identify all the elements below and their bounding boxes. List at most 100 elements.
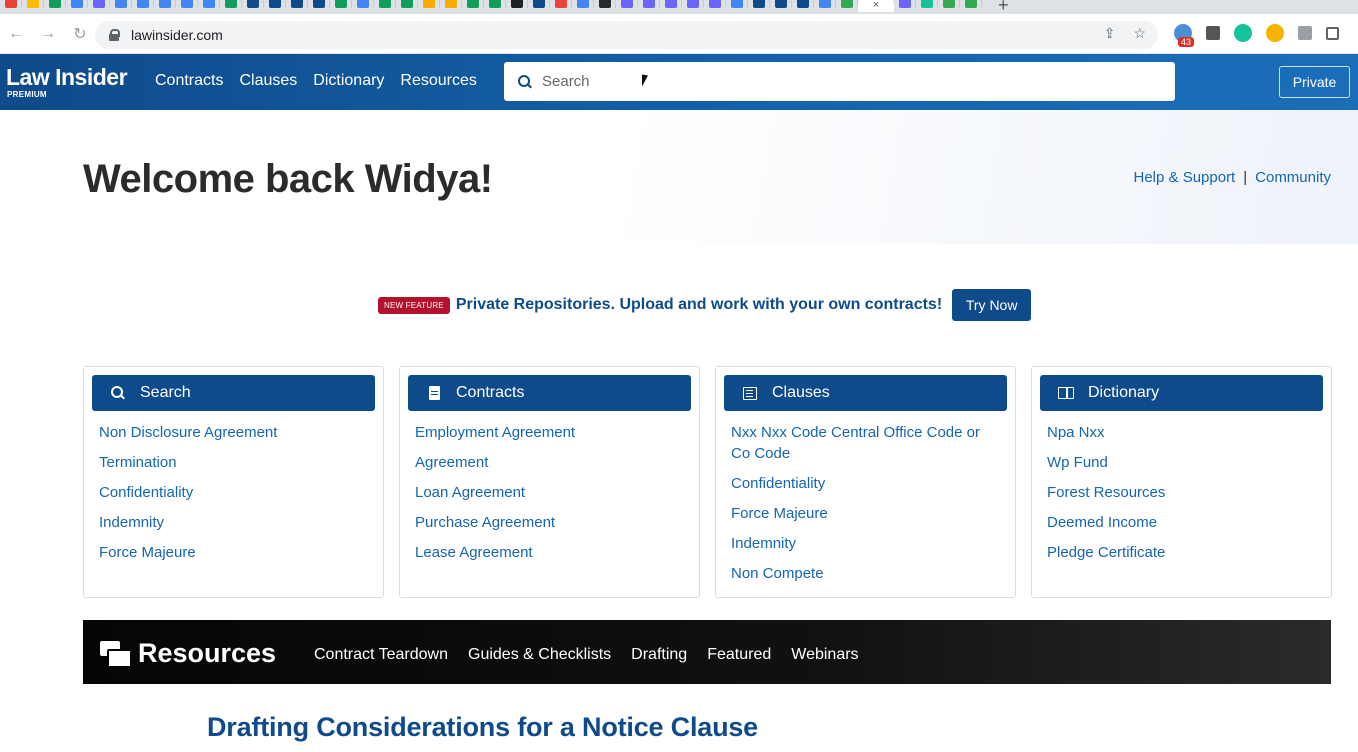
- new-tab-button[interactable]: +: [998, 0, 1009, 14]
- card-title[interactable]: Search: [140, 384, 191, 402]
- tab-app[interactable]: [660, 0, 682, 8]
- tab-google[interactable]: [836, 0, 858, 8]
- tab-analytics[interactable]: [418, 0, 440, 8]
- list-item[interactable]: Pledge Certificate: [1047, 542, 1316, 563]
- list-item[interactable]: Wp Fund: [1047, 452, 1316, 473]
- tab-gmail[interactable]: [0, 0, 22, 8]
- tab-photos[interactable]: [22, 0, 44, 8]
- tab-docs[interactable]: [132, 0, 154, 8]
- list-item[interactable]: Force Majeure: [731, 503, 1000, 524]
- grammarly-icon[interactable]: [1234, 24, 1252, 42]
- tab-docs[interactable]: [726, 0, 748, 8]
- tab-sheets[interactable]: [374, 0, 396, 8]
- tab-bolt[interactable]: [506, 0, 528, 8]
- tab-app[interactable]: [704, 0, 726, 8]
- tab-grammarly[interactable]: [916, 0, 938, 8]
- side-panel-icon[interactable]: [1326, 26, 1339, 40]
- nav-contracts[interactable]: Contracts: [155, 72, 223, 90]
- tab-docs[interactable]: [198, 0, 220, 8]
- list-item[interactable]: Confidentiality: [99, 482, 368, 503]
- nav-contract-teardown[interactable]: Contract Teardown: [314, 646, 448, 664]
- list-item[interactable]: Purchase Agreement: [415, 512, 684, 533]
- list-item[interactable]: Lease Agreement: [415, 542, 684, 563]
- reload-icon[interactable]: ↻: [64, 24, 96, 44]
- nav-dictionary[interactable]: Dictionary: [313, 72, 384, 90]
- nav-drafting[interactable]: Drafting: [631, 646, 687, 664]
- list-item[interactable]: Indemnity: [99, 512, 368, 533]
- article-title[interactable]: Drafting Considerations for a Notice Cla…: [207, 712, 758, 743]
- list-item[interactable]: Nxx Nxx Code Central Office Code or Co C…: [731, 422, 1000, 464]
- list-item[interactable]: Indemnity: [731, 533, 1000, 554]
- nav-featured[interactable]: Featured: [707, 646, 771, 664]
- nav-clauses[interactable]: Clauses: [239, 72, 297, 90]
- list-item[interactable]: Agreement: [415, 452, 684, 473]
- tab-chat[interactable]: [220, 0, 242, 8]
- extensions-icon[interactable]: [1298, 26, 1312, 40]
- tab-docs[interactable]: [154, 0, 176, 8]
- tab-github[interactable]: [594, 0, 616, 8]
- lock-icon[interactable]: [109, 29, 120, 41]
- list-item[interactable]: Non Disclosure Agreement: [99, 422, 368, 443]
- card-header[interactable]: Search: [92, 375, 375, 411]
- tab-sheets[interactable]: [462, 0, 484, 8]
- promo-text[interactable]: Private Repositories. Upload and work wi…: [456, 296, 942, 314]
- tab-sheets[interactable]: [330, 0, 352, 8]
- puzzle-extension-icon[interactable]: [1206, 26, 1220, 40]
- forward-arrow-icon[interactable]: →: [32, 25, 64, 43]
- site-logo[interactable]: Law Insider PREMIUM: [6, 64, 128, 99]
- card-header[interactable]: Clauses: [724, 375, 1007, 411]
- list-item[interactable]: Forest Resources: [1047, 482, 1316, 503]
- list-item[interactable]: Loan Agreement: [415, 482, 684, 503]
- logo-name[interactable]: Law Insider: [6, 64, 128, 90]
- back-arrow-icon[interactable]: ←: [0, 25, 32, 43]
- tab-active[interactable]: ×: [858, 0, 894, 12]
- bookmark-star-icon[interactable]: ☆: [1133, 25, 1146, 42]
- nav-webinars[interactable]: Webinars: [791, 646, 858, 664]
- tab-arrow[interactable]: [550, 0, 572, 8]
- private-button[interactable]: Private: [1279, 66, 1350, 98]
- tab-docs[interactable]: [110, 0, 132, 8]
- card-title[interactable]: Clauses: [772, 384, 830, 402]
- tab-search[interactable]: [528, 0, 550, 8]
- try-now-button[interactable]: Try Now: [952, 289, 1032, 321]
- tab-search[interactable]: [748, 0, 770, 8]
- resources-brand[interactable]: Resources: [100, 638, 276, 669]
- translate-extension-icon[interactable]: [1266, 24, 1284, 42]
- tab-app[interactable]: [682, 0, 704, 8]
- list-item[interactable]: Termination: [99, 452, 368, 473]
- tab-search[interactable]: [264, 0, 286, 8]
- tab-app[interactable]: [638, 0, 660, 8]
- tab-analytics[interactable]: [440, 0, 462, 8]
- nav-guides-checklists[interactable]: Guides & Checklists: [468, 646, 611, 664]
- tab-sheets[interactable]: [396, 0, 418, 8]
- card-title[interactable]: Dictionary: [1088, 384, 1159, 402]
- tab-app[interactable]: [894, 0, 916, 8]
- tab-close-icon[interactable]: ×: [873, 0, 879, 11]
- tab-search[interactable]: [242, 0, 264, 8]
- list-item[interactable]: Confidentiality: [731, 473, 1000, 494]
- tab-docs[interactable]: [572, 0, 594, 8]
- tab-google[interactable]: [960, 0, 982, 8]
- nav-resources[interactable]: Resources: [400, 72, 476, 90]
- tab-flag[interactable]: [66, 0, 88, 8]
- card-header[interactable]: Contracts: [408, 375, 691, 411]
- url-bar[interactable]: lawinsider.com ⇪ ☆: [95, 21, 1158, 49]
- tab-translate[interactable]: [814, 0, 836, 8]
- tab-search[interactable]: [308, 0, 330, 8]
- list-item[interactable]: Non Compete: [731, 563, 1000, 584]
- site-search-input[interactable]: [542, 73, 1142, 90]
- card-header[interactable]: Dictionary: [1040, 375, 1323, 411]
- url-text[interactable]: lawinsider.com: [131, 27, 223, 43]
- site-search-box[interactable]: [504, 62, 1175, 101]
- community-link[interactable]: Community: [1255, 169, 1331, 186]
- list-item[interactable]: Employment Agreement: [415, 422, 684, 443]
- resources-title[interactable]: Resources: [138, 638, 276, 669]
- tab-sheets[interactable]: [484, 0, 506, 8]
- tab-search[interactable]: [792, 0, 814, 8]
- tab-docs[interactable]: [352, 0, 374, 8]
- list-item[interactable]: Deemed Income: [1047, 512, 1316, 533]
- tab-sheets[interactable]: [44, 0, 66, 8]
- share-icon[interactable]: ⇪: [1104, 25, 1116, 42]
- list-item[interactable]: Npa Nxx: [1047, 422, 1316, 443]
- tab-search[interactable]: [286, 0, 308, 8]
